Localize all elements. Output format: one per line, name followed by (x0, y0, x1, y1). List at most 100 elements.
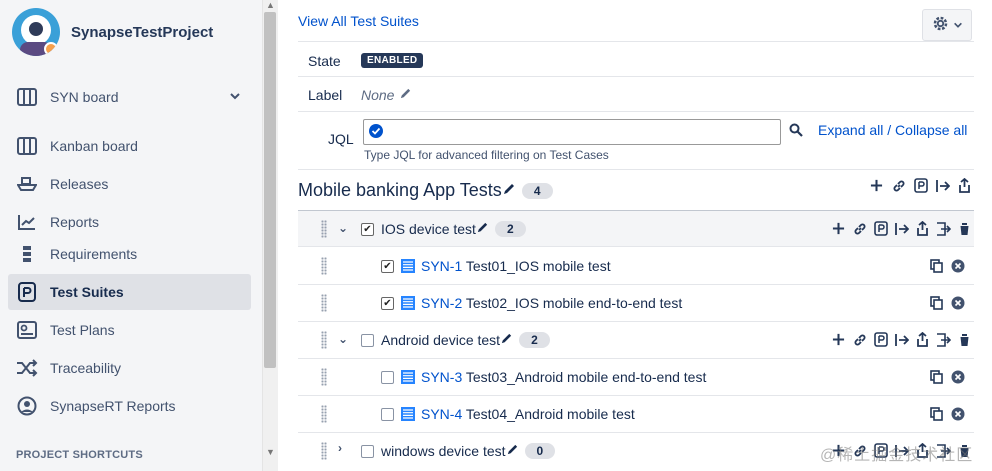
sidebar-item-label: SynapseRT Reports (50, 398, 176, 414)
remove-icon[interactable] (949, 257, 966, 274)
link-icon[interactable] (851, 331, 868, 348)
sidebar-item-label: Test Suites (50, 284, 124, 300)
drag-handle-icon[interactable] (321, 442, 327, 460)
sidebar-item-reports[interactable]: Reports (8, 204, 251, 240)
add-icon[interactable] (868, 177, 885, 194)
drag-handle-icon[interactable] (321, 294, 327, 312)
pencil-icon[interactable] (476, 221, 489, 237)
drag-handle-icon[interactable] (321, 405, 327, 423)
share-icon[interactable] (956, 177, 973, 194)
sidebar-scrollbar-thumb[interactable] (264, 12, 276, 368)
share-icon[interactable] (914, 331, 931, 348)
drag-handle-icon[interactable] (321, 331, 327, 349)
list-icon (401, 259, 415, 273)
move-out-icon[interactable] (935, 220, 952, 237)
group-checkbox[interactable] (361, 445, 374, 458)
drag-handle-icon[interactable] (321, 257, 327, 275)
main-content: View All Test Suites State ENABLED Label… (278, 0, 992, 471)
test-suite-icon[interactable] (872, 331, 889, 348)
suite-actions (868, 177, 973, 194)
move-in-icon[interactable] (893, 331, 910, 348)
test-case-key[interactable]: SYN-2 (421, 295, 462, 311)
group-count-badge: 2 (494, 221, 526, 237)
test-case-checkbox[interactable]: ✔ (381, 260, 394, 273)
pencil-icon[interactable] (399, 87, 412, 103)
sidebar-item-synapsert-reports[interactable]: SynapseRT Reports (8, 388, 251, 424)
expand-collapse-all-link[interactable]: Expand all / Collapse all (818, 122, 967, 138)
link-icon[interactable] (851, 220, 868, 237)
trash-icon[interactable] (956, 331, 973, 348)
test-case-title: Test02_IOS mobile end-to-end test (465, 295, 683, 311)
share-icon[interactable] (914, 220, 931, 237)
remove-icon[interactable] (949, 405, 966, 422)
test-case-row[interactable]: SYN-3 Test03_Android mobile end-to-end t… (298, 359, 974, 396)
pencil-icon[interactable] (502, 180, 516, 201)
sidebar-item-test-suites[interactable]: Test Suites (8, 274, 251, 310)
remove-icon[interactable] (949, 294, 966, 311)
copy-icon[interactable] (928, 257, 945, 274)
pencil-icon[interactable] (506, 443, 519, 459)
copy-icon[interactable] (928, 294, 945, 311)
sidebar-item-requirements[interactable]: Requirements (8, 236, 251, 272)
scroll-down-arrow-icon[interactable]: ▼ (266, 447, 275, 457)
add-icon[interactable] (830, 220, 847, 237)
chevron-right-icon[interactable]: › (338, 441, 342, 455)
divider (298, 76, 974, 77)
group-name: Android device test 2 (381, 332, 550, 348)
trash-icon[interactable] (956, 220, 973, 237)
test-case-name: SYN-4 Test04_Android mobile test (401, 406, 635, 422)
test-case-key[interactable]: SYN-3 (421, 369, 462, 385)
test-case-checkbox[interactable]: ✔ (381, 297, 394, 310)
test-suites-icon (16, 282, 38, 302)
sidebar-item-releases[interactable]: Releases (8, 166, 251, 202)
test-case-name: SYN-2 Test02_IOS mobile end-to-end test (401, 295, 682, 311)
scroll-up-arrow-icon[interactable]: ▲ (266, 0, 275, 10)
group-checkbox[interactable] (361, 334, 374, 347)
jql-input[interactable] (363, 119, 781, 145)
pencil-icon[interactable] (500, 332, 513, 348)
project-name: SynapseTestProject (71, 23, 214, 41)
drag-handle-icon[interactable] (321, 368, 327, 386)
group-name-text: windows device test (381, 443, 506, 459)
suite-group-row[interactable]: ⌄ ✔ IOS device test 2 (298, 210, 974, 247)
project-header[interactable]: SynapseTestProject (12, 8, 213, 56)
search-icon[interactable] (789, 123, 803, 140)
divider (298, 169, 974, 170)
group-checkbox[interactable]: ✔ (361, 223, 374, 236)
synapse-reports-icon (16, 396, 38, 416)
sidebar-item-traceability[interactable]: Traceability (8, 350, 251, 386)
group-count-badge: 0 (524, 443, 556, 459)
move-in-icon[interactable] (934, 177, 951, 194)
sidebar-item-kanban-board[interactable]: Kanban board (8, 128, 251, 164)
board-switcher[interactable]: SYN board (8, 79, 251, 115)
shuffle-icon (16, 358, 38, 378)
view-all-test-suites-link[interactable]: View All Test Suites (298, 13, 419, 29)
add-icon[interactable] (830, 331, 847, 348)
divider (298, 41, 974, 42)
copy-icon[interactable] (928, 405, 945, 422)
sidebar-item-test-plans[interactable]: Test Plans (8, 312, 251, 348)
settings-button[interactable] (922, 9, 972, 41)
test-case-row[interactable]: SYN-4 Test04_Android mobile test (298, 396, 974, 433)
test-case-checkbox[interactable] (381, 371, 394, 384)
chevron-down-icon[interactable]: ⌄ (338, 221, 348, 235)
remove-icon[interactable] (949, 368, 966, 385)
test-case-row[interactable]: ✔ SYN-1 Test01_IOS mobile test (298, 248, 974, 285)
drag-handle-icon[interactable] (321, 220, 327, 238)
suite-title-text: Mobile banking App Tests (298, 180, 502, 200)
copy-icon[interactable] (928, 368, 945, 385)
test-suite-icon[interactable] (912, 177, 929, 194)
move-in-icon[interactable] (893, 220, 910, 237)
test-suite-icon[interactable] (872, 220, 889, 237)
test-case-row[interactable]: ✔ SYN-2 Test02_IOS mobile end-to-end tes… (298, 285, 974, 322)
chevron-down-icon[interactable]: ⌄ (338, 332, 348, 346)
link-icon[interactable] (890, 177, 907, 194)
test-case-key[interactable]: SYN-4 (421, 406, 462, 422)
label-value[interactable]: None (361, 87, 412, 103)
jql-help-text: Type JQL for advanced filtering on Test … (364, 148, 609, 162)
suite-group-row[interactable]: ⌄ Android device test 2 (298, 322, 974, 359)
test-case-checkbox[interactable] (381, 408, 394, 421)
move-out-icon[interactable] (935, 331, 952, 348)
suite-title: Mobile banking App Tests 4 (298, 180, 553, 201)
test-case-key[interactable]: SYN-1 (421, 258, 462, 274)
